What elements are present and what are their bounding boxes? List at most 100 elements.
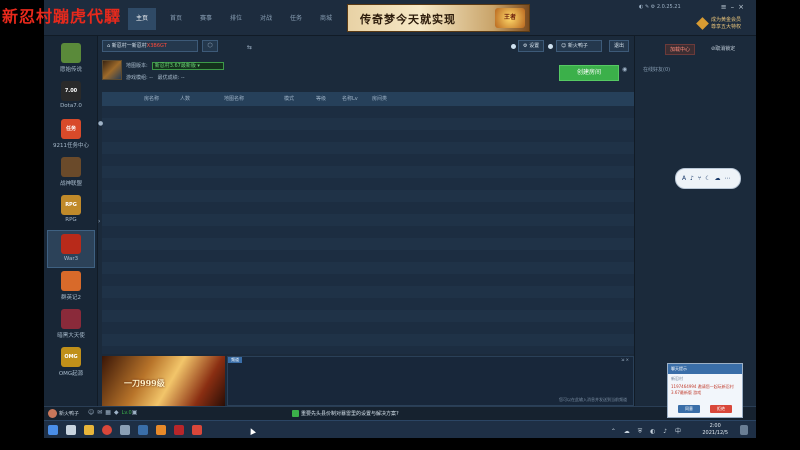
- col-players[interactable]: 人数: [180, 92, 190, 106]
- sidebar-game-item[interactable]: 任务 9211任务中心: [47, 116, 95, 154]
- game-label: 愿始传说: [59, 67, 82, 73]
- notification-center-icon[interactable]: [740, 425, 748, 435]
- chat-controls[interactable]: ⇲ ×: [621, 357, 629, 362]
- diamond-small-icon[interactable]: ◆: [114, 409, 122, 416]
- chat-channel-tab[interactable]: 频道: [228, 357, 242, 363]
- chrome-icon[interactable]: [102, 425, 112, 435]
- shop-icon[interactable]: ▣: [132, 409, 141, 416]
- notification-subtitle: 新忍村: [671, 376, 683, 381]
- diamond-icon: [696, 17, 709, 30]
- table-row: [102, 334, 634, 346]
- stream-overlay-title: 新忍村蹦虎代驛: [2, 7, 122, 26]
- menu-icon[interactable]: ≡: [721, 3, 731, 11]
- right-tab-unlock[interactable]: ⊘取消锁定: [707, 44, 739, 55]
- nav-tab-ranked[interactable]: 排位: [222, 8, 250, 30]
- create-room-button[interactable]: 创建房间: [559, 65, 619, 81]
- game-label: 9211任务中心: [53, 143, 89, 149]
- sidebar-game-item[interactable]: 暗黑大天使: [47, 306, 95, 344]
- friends-icon[interactable]: ☺: [88, 409, 97, 416]
- start-icon[interactable]: [48, 425, 58, 435]
- accept-button[interactable]: 同意: [678, 405, 700, 413]
- game-sidebar: 愿始传说 7.00 Dota7.0 任务 9211任务中心 战神联盟 RPG RPG War3 群…: [44, 36, 98, 406]
- room-tool-button[interactable]: ⬡: [202, 40, 218, 52]
- user-dot-icon: [548, 44, 553, 49]
- game-label: RPG: [65, 217, 77, 223]
- table-row: [102, 310, 634, 322]
- vip-promo[interactable]: 成为黄金会员 尊享五大特权: [696, 17, 754, 33]
- cube-icon: ⬡: [207, 42, 213, 49]
- top-ad-banner[interactable]: 传奇梦今天就实现 王者: [347, 4, 530, 32]
- col-name-lv[interactable]: 名称Lv: [342, 92, 358, 106]
- promo-text: 一刀999级: [124, 378, 165, 388]
- game-icon: [61, 234, 81, 254]
- banner-text: 传奇梦今天就实现: [360, 13, 456, 26]
- game-icon: [61, 309, 81, 329]
- clock[interactable]: 2:00 2021/12/5: [702, 423, 728, 437]
- reject-button[interactable]: 拒绝: [710, 405, 732, 413]
- refresh-icon[interactable]: ◉: [622, 66, 627, 73]
- sidebar-game-item[interactable]: War3: [47, 230, 95, 268]
- invite-notification: 聊天提示 新忍村 1197464994 邀请您一起玩新忍村3.67最新版 游戏 …: [667, 363, 743, 418]
- skin-icon[interactable]: ◐ ✎ ⚙: [639, 4, 657, 10]
- nav-tab-home[interactable]: 主页: [128, 8, 156, 30]
- sidebar-game-item[interactable]: 愿始传说: [47, 40, 95, 78]
- map-version-row: 地图版本: 新忍村3.67最新版 ▾: [126, 62, 224, 70]
- sidebar-game-item[interactable]: RPG RPG: [47, 192, 95, 230]
- col-room-type[interactable]: 房间类: [372, 92, 387, 106]
- task-view-icon[interactable]: [66, 425, 76, 435]
- system-tray[interactable]: ⌃ ☁ ⛨ ◐ ♪ 中: [611, 426, 684, 436]
- nav-tab-events[interactable]: 赛事: [192, 8, 220, 30]
- table-row: [102, 118, 634, 130]
- war3-app-icon[interactable]: [174, 425, 184, 435]
- col-mode[interactable]: 模式: [284, 92, 294, 106]
- chat-input-hint[interactable]: 您可以在此输入消息并发送到当前频道: [559, 397, 627, 403]
- right-tab-active[interactable]: 加载中心: [665, 44, 696, 55]
- chat-panel[interactable]: 频道 ⇲ × 您可以在此输入消息并发送到当前频道: [227, 356, 634, 406]
- app-icon[interactable]: [120, 425, 130, 435]
- sidebar-game-item[interactable]: 战神联盟: [47, 154, 95, 192]
- game-app-icon[interactable]: [156, 425, 166, 435]
- collapse-left-icon[interactable]: ●: [98, 120, 103, 127]
- game-icon: OMG: [61, 347, 81, 367]
- user-button[interactable]: ☺ 新火鸭子: [556, 40, 602, 52]
- status-user[interactable]: 新火鸭子: [48, 409, 79, 419]
- nav-tab-tasks[interactable]: 任务: [282, 8, 310, 30]
- nav-tab-shop[interactable]: 商城: [312, 8, 340, 30]
- status-tip[interactable]: 重要先头县价制对暴雷里的设置与解决方案?: [292, 409, 399, 419]
- sidebar-game-item[interactable]: 7.00 Dota7.0: [47, 78, 95, 116]
- grid-icon[interactable]: ▦: [105, 409, 114, 416]
- expand-arrow-icon[interactable]: ›: [98, 218, 100, 225]
- explorer-icon[interactable]: [84, 425, 94, 435]
- tip-icon: [292, 410, 299, 417]
- exit-button[interactable]: 退出: [609, 40, 630, 52]
- map-version-select[interactable]: 新忍村3.67最新版 ▾: [151, 62, 224, 70]
- game-label: War3: [63, 256, 79, 262]
- sidebar-game-item[interactable]: 群英记2: [47, 268, 95, 306]
- floating-ime-bar[interactable]: A ♪ ⑂ ☾ ☁ ⋯: [675, 168, 741, 189]
- vip-line1: 成为黄金会员: [711, 17, 742, 23]
- table-body: [102, 106, 634, 354]
- swap-icon[interactable]: ⇆: [247, 43, 252, 53]
- close-icon[interactable]: ×: [738, 3, 748, 11]
- status-bar: 新火鸭子 ☺✉▦◆Lv.0▣ 重要先头县价制对暴雷里的设置与解决方案?: [44, 406, 756, 420]
- nav-tab-battle[interactable]: 对战: [252, 8, 280, 30]
- app2-icon[interactable]: [138, 425, 148, 435]
- table-header: 房名称 人数 地图名称 模式 等级 名称Lv 房间类: [102, 92, 634, 106]
- app3-icon[interactable]: [192, 425, 202, 435]
- sidebar-game-item[interactable]: OMG OMG起源: [47, 344, 95, 382]
- settings-button[interactable]: ⚙ 设置: [518, 40, 545, 52]
- game-label: OMG起源: [58, 371, 84, 377]
- minimize-icon[interactable]: –: [731, 3, 739, 11]
- promo-banner[interactable]: 一刀999级: [102, 356, 225, 406]
- col-level[interactable]: 等级: [316, 92, 326, 106]
- game-icon: 7.00: [61, 81, 81, 101]
- col-map-name[interactable]: 地图名称: [224, 92, 244, 106]
- col-room-name[interactable]: 房名称: [144, 92, 159, 106]
- windows-taskbar: ⌃ ☁ ⛨ ◐ ♪ 中 2:00 2021/12/5: [44, 420, 756, 438]
- version-label: ◐ ✎ ⚙ 2.0.25.21: [639, 4, 681, 10]
- map-version-label: 地图版本:: [126, 63, 148, 69]
- nav-tab-index[interactable]: 首页: [162, 8, 190, 30]
- room-tab[interactable]: ⌂ 新忍村一新忍村X3B6GT ⇆: [102, 40, 252, 52]
- window-controls: ≡–×: [721, 3, 748, 11]
- game-label: 暗黑大天使: [57, 333, 85, 339]
